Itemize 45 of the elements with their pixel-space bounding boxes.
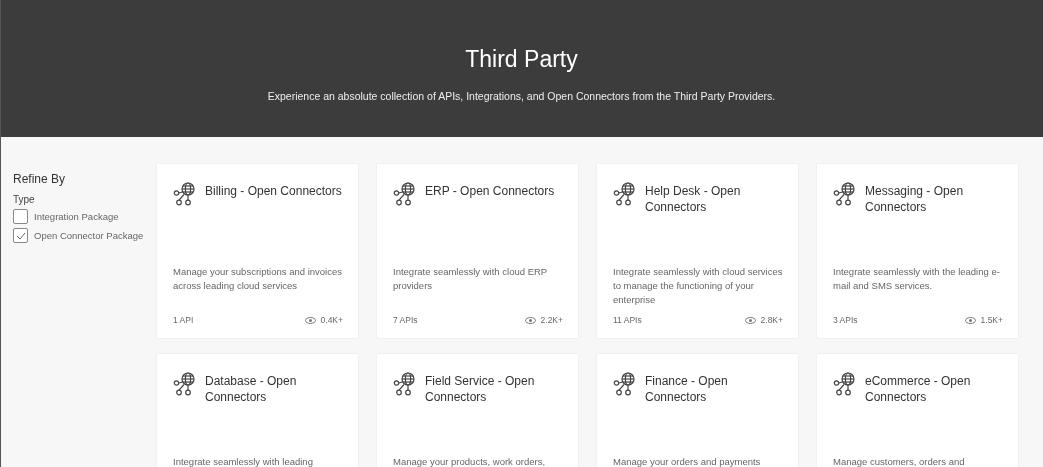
- view-count: 2.8K+: [760, 315, 783, 325]
- card-title: ERP - Open Connectors: [425, 183, 555, 199]
- card-description: Integrate seamlessly with cloud services to manage the functioning of your enterprise: [613, 265, 784, 307]
- view-count: 1.5K+: [980, 315, 1003, 325]
- eye-icon: [524, 316, 536, 324]
- connector-card[interactable]: Database - Open Connectors Integrate seamlessly with leading: [157, 354, 358, 467]
- check-icon: [15, 231, 26, 240]
- view-count: 0.4K+: [320, 315, 343, 325]
- checkbox[interactable]: [13, 228, 28, 243]
- card-title: Billing - Open Connectors: [205, 183, 342, 199]
- filter-group-label: Type: [13, 194, 36, 205]
- page-title: Third Party: [465, 46, 578, 73]
- card-description: Integrate seamlessly with leading: [173, 455, 314, 467]
- card-description: Manage your products, work orders,: [393, 455, 547, 467]
- api-count: 3 APIs: [833, 315, 858, 325]
- view-count: 2.2K+: [540, 315, 563, 325]
- card-description: Manage your orders and payments: [613, 455, 762, 467]
- connector-card[interactable]: Messaging - Open Connectors Integrate seamlessly with the leading e-mail and SMS services. 3 APIs 1.5K+: [817, 164, 1018, 338]
- connector-card[interactable]: Finance - Open Connectors Manage your orders and payments: [597, 354, 798, 467]
- connector-card[interactable]: ERP - Open Connectors Integrate seamlessly with cloud ERP providers 7 APIs 2.2K+: [377, 164, 578, 338]
- eye-icon: [744, 316, 756, 324]
- connector-card[interactable]: Field Service - Open Connectors Manage your products, work orders,: [377, 354, 578, 467]
- card-description: Integrate seamlessly with cloud ERP providers: [393, 265, 548, 293]
- card-title: Finance - Open Connectors: [645, 373, 729, 405]
- page-subtitle: Experience an absolute collection of APIs, Integrations, and Open Connectors from the Third Party Providers.: [267, 90, 776, 102]
- api-count: 1 API: [173, 315, 194, 325]
- eye-icon: [964, 316, 976, 324]
- card-title: eCommerce - Open Connectors: [865, 373, 972, 405]
- card-title: Database - Open Connectors: [205, 373, 298, 405]
- api-count: 7 APIs: [393, 315, 418, 325]
- filter-heading: Refine By: [13, 172, 67, 186]
- card-description: Manage your subscriptions and invoices across leading cloud services: [173, 265, 343, 293]
- card-title: Messaging - Open Connectors: [865, 183, 965, 215]
- checkbox-label[interactable]: Integration Package: [34, 211, 119, 222]
- connector-card[interactable]: Billing - Open Connectors Manage your subscriptions and invoices across leading cloud services 1 API 0.4K+: [157, 164, 358, 338]
- card-title: Field Service - Open Connectors: [425, 373, 536, 405]
- api-count: 11 APIs: [613, 315, 642, 325]
- checkbox[interactable]: [13, 209, 28, 224]
- card-description: Integrate seamlessly with the leading e-mail and SMS services.: [833, 265, 1001, 293]
- card-title: Help Desk - Open Connectors: [645, 183, 742, 215]
- connector-card[interactable]: Help Desk - Open Connectors Integrate seamlessly with cloud services to manage the functioning of your enterprise 11 APIs 2.8K+: [597, 164, 798, 338]
- eye-icon: [304, 316, 316, 324]
- checkbox-label[interactable]: Open Connector Package: [34, 230, 144, 241]
- card-description: Manage customers, orders and: [833, 455, 966, 467]
- connector-card[interactable]: eCommerce - Open Connectors Manage customers, orders and: [817, 354, 1018, 467]
